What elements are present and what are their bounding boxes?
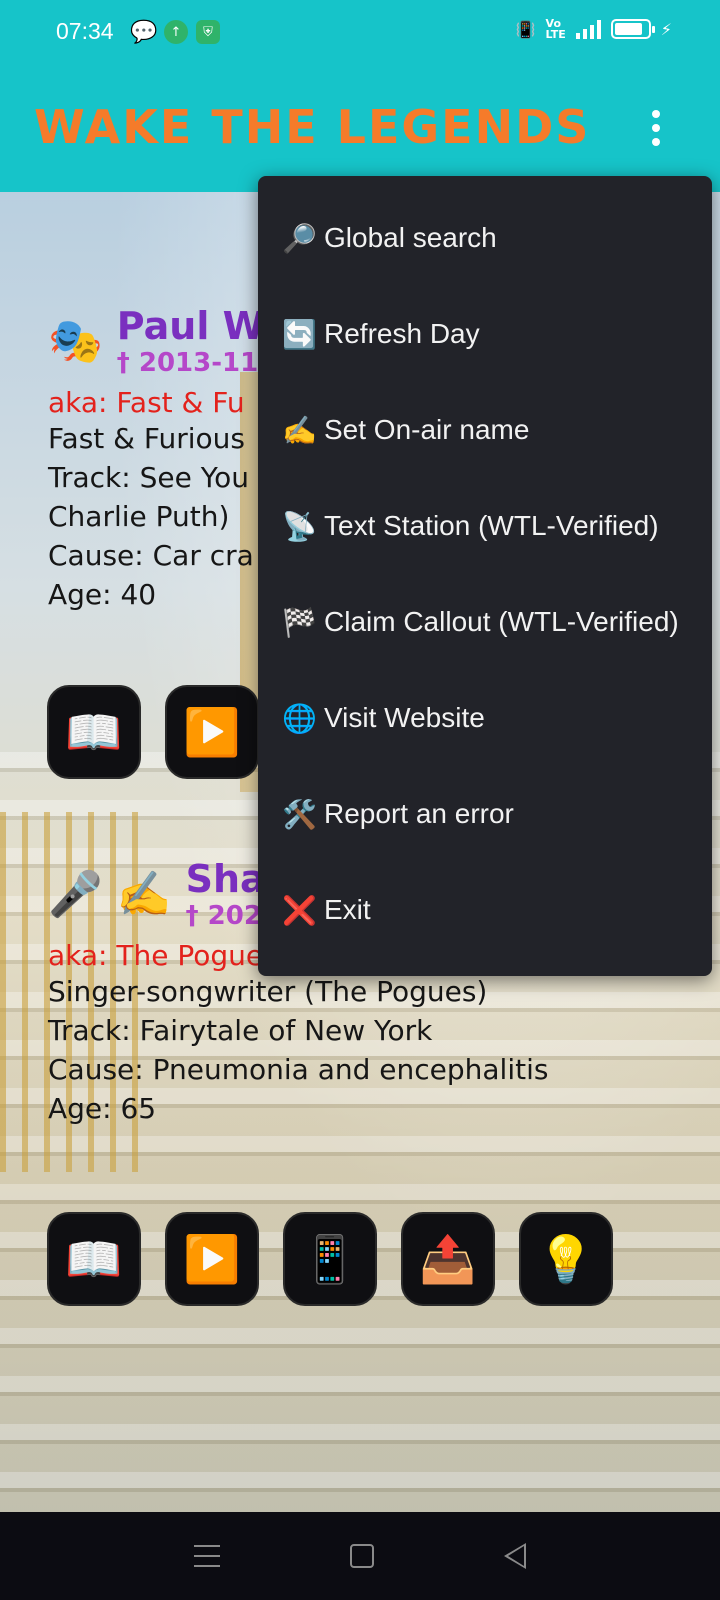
menu-item-label: Global search <box>324 222 497 253</box>
share-button[interactable]: 📤 <box>401 1212 495 1306</box>
legend-detail: Charlie Puth) <box>48 500 230 533</box>
legend-detail: Cause: Pneumonia and encephalitis <box>48 1053 549 1086</box>
legend-entry: 🎭 Paul W † 2013-11 aka: Fast & Fu Fast &… <box>48 304 265 614</box>
upload-circle-icon: ↑ <box>164 20 188 44</box>
legend-detail: Age: 40 <box>48 578 157 611</box>
legend-header: 🎭 Paul W † 2013-11 <box>48 304 265 378</box>
dot-icon <box>652 110 660 118</box>
legend-action-row: 📖 ▶️ <box>47 685 259 779</box>
read-bio-button[interactable]: 📖 <box>47 1212 141 1306</box>
legend-detail: Fast & Furious <box>48 422 245 455</box>
menu-item-global-search[interactable]: 🔎 Global search <box>258 190 712 286</box>
status-time: 07:34 <box>56 18 114 44</box>
volte-icon: Vo LTE <box>545 17 566 41</box>
back-icon[interactable] <box>504 1543 526 1569</box>
checkered-flag-icon: 🏁 <box>282 606 317 638</box>
microphone-icon: 🎤 <box>48 869 103 920</box>
refresh-icon: 🔄 <box>282 318 317 350</box>
theater-masks-icon: 🎭 <box>48 316 103 367</box>
menu-item-visit-website[interactable]: 🌐 Visit Website <box>258 670 712 766</box>
system-nav-bar <box>0 1512 720 1600</box>
status-left-icons: 💬 ↑ ⛨ <box>130 19 220 45</box>
globe-icon: 🌐 <box>282 702 317 734</box>
phone-button[interactable]: 📱 <box>283 1212 377 1306</box>
menu-item-set-on-air-name[interactable]: ✍️ Set On-air name <box>258 382 712 478</box>
menu-item-label: Visit Website <box>324 702 485 733</box>
legend-action-row: 📖 ▶️ 📱 📤 💡 <box>47 1212 613 1306</box>
legend-death-date: † 202 <box>185 901 262 931</box>
signal-icon <box>575 19 601 39</box>
legend-aka: aka: Fast & Fu <box>48 386 245 419</box>
menu-icon[interactable] <box>194 1545 220 1567</box>
menu-item-label: Set On-air name <box>324 414 530 445</box>
menu-item-claim-callout[interactable]: 🏁 Claim Callout (WTL-Verified) <box>258 574 712 670</box>
status-right-icons: 📳 Vo LTE ⚡ <box>516 18 672 40</box>
menu-item-label: Text Station (WTL-Verified) <box>324 510 659 541</box>
legend-death-date: † 2013-11 <box>116 348 259 378</box>
tools-icon: 🛠️ <box>282 798 317 830</box>
shield-icon: ⛨ <box>196 20 220 44</box>
legend-detail: Singer-songwriter (The Pogues) <box>48 975 488 1008</box>
menu-item-label: Exit <box>324 894 371 925</box>
battery-icon <box>610 19 655 39</box>
dot-icon <box>652 138 660 146</box>
idea-button[interactable]: 💡 <box>519 1212 613 1306</box>
legend-detail: Track: Fairytale of New York <box>48 1014 433 1047</box>
writing-hand-icon: ✍️ <box>116 869 172 920</box>
read-bio-button[interactable]: 📖 <box>47 685 141 779</box>
legend-name-block: Sha † 202 <box>186 857 266 931</box>
play-track-button[interactable]: ▶️ <box>165 1212 259 1306</box>
writing-hand-icon: ✍️ <box>282 414 317 446</box>
vibrate-off-icon: 📳 <box>515 19 536 39</box>
magnifier-icon: 🔎 <box>282 222 317 254</box>
overflow-menu-button[interactable] <box>636 106 676 150</box>
charging-icon: ⚡ <box>660 19 672 39</box>
home-icon[interactable] <box>350 1544 374 1568</box>
menu-item-exit[interactable]: ❌ Exit <box>258 862 712 958</box>
dot-icon <box>652 124 660 132</box>
satellite-dish-icon: 📡 <box>282 510 317 542</box>
cross-mark-icon: ❌ <box>282 894 317 926</box>
legend-detail: Age: 65 <box>48 1092 157 1125</box>
app-header: 07:34 💬 ↑ ⛨ 📳 Vo LTE ⚡ WAKE THE LEGENDS <box>0 0 720 192</box>
menu-item-label: Claim Callout (WTL-Verified) <box>324 606 679 637</box>
menu-item-text-station[interactable]: 📡 Text Station (WTL-Verified) <box>258 478 712 574</box>
overflow-menu: 🔎 Global search 🔄 Refresh Day ✍️ Set On-… <box>258 176 712 976</box>
chat-bubble-icon: 💬 <box>130 19 158 45</box>
legend-name-block: Paul W † 2013-11 <box>117 304 265 378</box>
legend-detail: Track: See You <box>48 461 249 494</box>
play-track-button[interactable]: ▶️ <box>165 685 259 779</box>
menu-item-refresh-day[interactable]: 🔄 Refresh Day <box>258 286 712 382</box>
app-title: WAKE THE LEGENDS <box>34 100 591 154</box>
legend-name: Paul W <box>116 304 265 348</box>
menu-item-report-error[interactable]: 🛠️ Report an error <box>258 766 712 862</box>
menu-item-label: Report an error <box>324 798 514 829</box>
legend-detail: Cause: Car cra <box>48 539 254 572</box>
legend-name: Sha <box>185 857 266 901</box>
menu-item-label: Refresh Day <box>324 318 480 349</box>
